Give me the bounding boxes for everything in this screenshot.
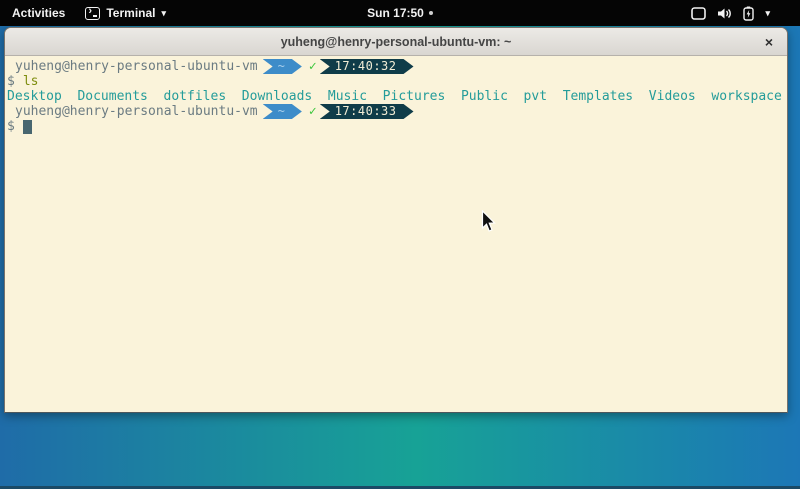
status-check-icon: ✓	[309, 104, 317, 119]
powerline-time-segment: 17:40:33	[320, 104, 414, 119]
window-title: yuheng@henry-personal-ubuntu-vm: ~	[281, 35, 512, 49]
powerline-dir-segment: ~	[263, 59, 302, 74]
prompt-user: yuheng@henry-personal-ubuntu-vm	[15, 104, 258, 119]
prompt-user: yuheng@henry-personal-ubuntu-vm	[15, 59, 258, 74]
chevron-down-icon: ▾	[161, 9, 166, 18]
activities-button[interactable]: Activities	[0, 0, 77, 26]
prompt-dollar: $	[7, 74, 15, 89]
prompt-line-1: yuheng@henry-personal-ubuntu-vm ~ ✓ 17:4…	[7, 59, 787, 74]
prompt-dollar: $	[7, 119, 15, 134]
terminal-icon	[85, 7, 100, 20]
volume-icon	[717, 7, 732, 20]
close-button[interactable]: ×	[760, 33, 778, 51]
display-icon	[691, 7, 706, 20]
app-menu-label: Terminal	[106, 6, 155, 20]
window-titlebar[interactable]: yuheng@henry-personal-ubuntu-vm: ~ ×	[5, 28, 787, 56]
input-line[interactable]: $	[7, 119, 787, 134]
battery-charging-icon	[743, 6, 754, 21]
ls-output-line: Desktop Documents dotfiles Downloads Mus…	[7, 89, 787, 104]
top-bar: Activities Terminal ▾ Sun 17:50	[0, 0, 800, 26]
status-check-icon: ✓	[309, 59, 317, 74]
command-line: $ ls	[7, 74, 787, 89]
system-menu-chevron-icon: ▾	[765, 9, 770, 18]
prompt-line-2: yuheng@henry-personal-ubuntu-vm ~ ✓ 17:4…	[7, 104, 787, 119]
system-tray[interactable]: ▾	[691, 0, 800, 26]
desktop: Activities Terminal ▾ Sun 17:50	[0, 0, 800, 489]
clock-label[interactable]: Sun 17:50	[367, 6, 424, 20]
terminal-window: yuheng@henry-personal-ubuntu-vm: ~ × yuh…	[4, 27, 788, 413]
terminal-content[interactable]: yuheng@henry-personal-ubuntu-vm ~ ✓ 17:4…	[5, 56, 787, 413]
typed-command: ls	[23, 74, 39, 89]
text-cursor	[23, 120, 32, 134]
notification-dot-icon	[429, 11, 433, 15]
powerline-dir-segment: ~	[263, 104, 302, 119]
app-menu-button[interactable]: Terminal ▾	[77, 0, 174, 26]
ls-output: Desktop Documents dotfiles Downloads Mus…	[7, 89, 782, 104]
powerline-time-segment: 17:40:32	[320, 59, 414, 74]
